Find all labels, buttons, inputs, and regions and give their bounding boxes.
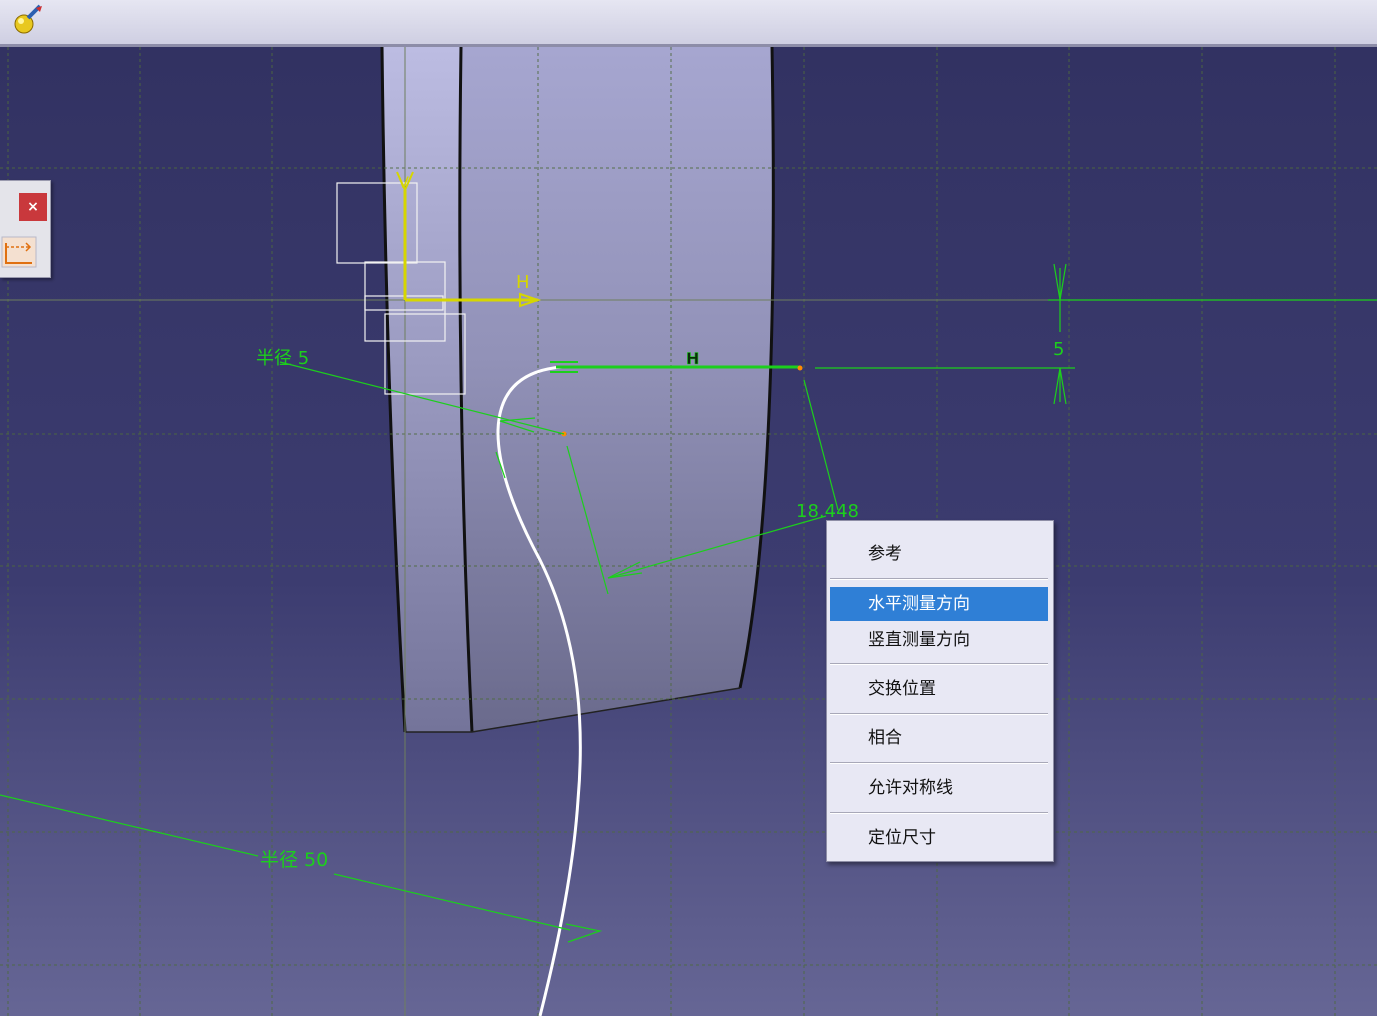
h-axis-label: H <box>516 272 530 293</box>
radius-50-dimension[interactable]: 半径 50 <box>260 849 328 871</box>
angle-dimension[interactable]: 18.448 <box>796 501 859 522</box>
close-button[interactable]: × <box>19 193 47 221</box>
menu-item-horizontal-measure[interactable]: 水平测量方向 <box>830 587 1048 621</box>
part-body-main-face <box>459 47 774 732</box>
menu-item-positioning-dimension[interactable]: 定位尺寸 <box>830 821 1048 855</box>
menu-separator <box>830 713 1048 715</box>
menu-item-vertical-measure[interactable]: 竖直测量方向 <box>830 623 1048 657</box>
app-logo-icon[interactable] <box>10 4 46 36</box>
menu-separator <box>830 812 1048 814</box>
menu-item-reference[interactable]: 参考 <box>830 537 1048 571</box>
title-bar <box>0 0 1377 47</box>
radius-5-dimension[interactable]: 半径 5 <box>256 348 309 369</box>
sketch-viewport[interactable]: V H H 半径 5 半径 50 5 18.448 <box>0 47 1377 1016</box>
context-menu: 参考 水平测量方向 竖直测量方向 交换位置 相合 允许对称线 定位尺寸 <box>826 520 1054 862</box>
menu-item-coincide[interactable]: 相合 <box>830 721 1048 755</box>
menu-separator <box>830 663 1048 665</box>
menu-item-allow-symmetry-line[interactable]: 允许对称线 <box>830 771 1048 805</box>
menu-separator <box>830 578 1048 580</box>
floating-toolbar: × <box>0 180 51 278</box>
endpoint-dot[interactable] <box>797 365 803 371</box>
menu-item-swap-position[interactable]: 交换位置 <box>830 672 1048 706</box>
v-axis-label: V <box>398 173 409 192</box>
horizontal-constraint-label: H <box>686 349 699 368</box>
vertical-5-dimension[interactable]: 5 <box>1053 339 1064 360</box>
dimension-tool-icon[interactable] <box>0 229 40 271</box>
menu-separator <box>830 762 1048 764</box>
